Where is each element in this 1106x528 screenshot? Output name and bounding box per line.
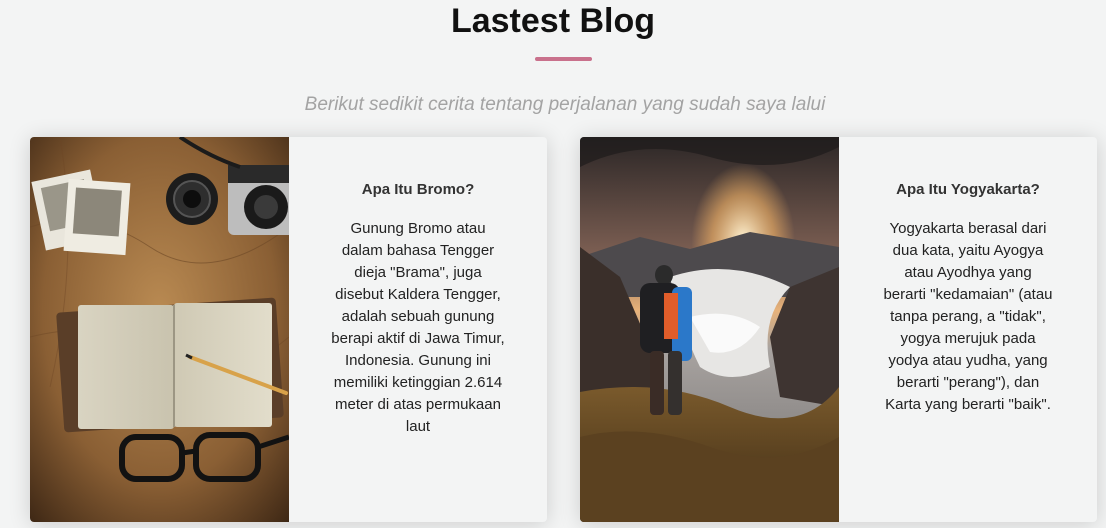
section-subtitle: Berikut sedikit cerita tentang perjalana… [304,94,826,115]
blog-card-yogyakarta[interactable]: Apa Itu Yogyakarta? Yogyakarta berasal d… [580,137,1097,522]
blog-card-bromo[interactable]: Apa Itu Bromo? Gunung Bromo atau dalam b… [30,137,547,522]
blog-card-image [30,137,289,522]
blog-card-body: Apa Itu Bromo? Gunung Bromo atau dalam b… [289,137,547,522]
blog-card-image [580,137,839,522]
blog-card-body: Apa Itu Yogyakarta? Yogyakarta berasal d… [839,137,1097,522]
section-title: Lastest Blog [450,2,656,40]
blog-card-heading[interactable]: Apa Itu Yogyakarta? [865,181,1071,198]
title-underline [535,57,592,61]
blog-card-heading[interactable]: Apa Itu Bromo? [315,181,521,198]
blog-card-text: Yogyakarta berasal dari dua kata, yaitu … [883,220,1053,413]
blog-card-text: Gunung Bromo atau dalam bahasa Tengger d… [331,220,505,435]
